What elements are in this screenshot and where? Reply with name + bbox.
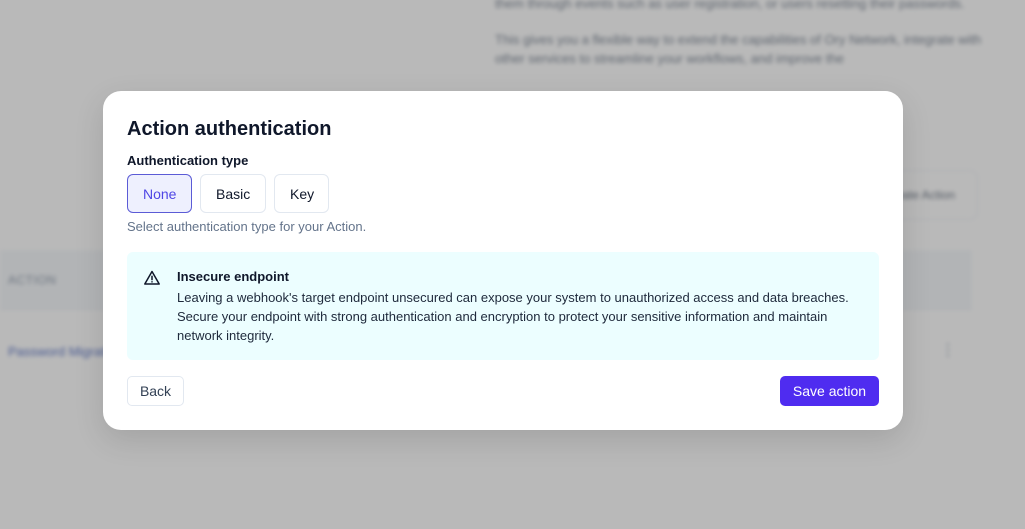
auth-option-basic[interactable]: Basic — [200, 174, 266, 213]
auth-type-label: Authentication type — [127, 153, 249, 168]
alert-title: Insecure endpoint — [177, 269, 289, 284]
auth-option-key[interactable]: Key — [274, 174, 329, 213]
auth-type-help-text: Select authentication type for your Acti… — [127, 219, 367, 234]
action-authentication-dialog: Action authentication Authentication typ… — [103, 91, 903, 430]
insecure-endpoint-alert: Insecure endpoint Leaving a webhook's ta… — [127, 252, 879, 360]
warning-triangle-icon — [143, 269, 161, 287]
dialog-title: Action authentication — [127, 118, 332, 140]
save-action-button[interactable]: Save action — [780, 376, 879, 406]
auth-type-selector: None Basic Key — [127, 174, 329, 213]
alert-message: Leaving a webhook's target endpoint unse… — [177, 290, 849, 343]
back-button[interactable]: Back — [127, 376, 184, 406]
auth-option-none[interactable]: None — [127, 174, 192, 213]
